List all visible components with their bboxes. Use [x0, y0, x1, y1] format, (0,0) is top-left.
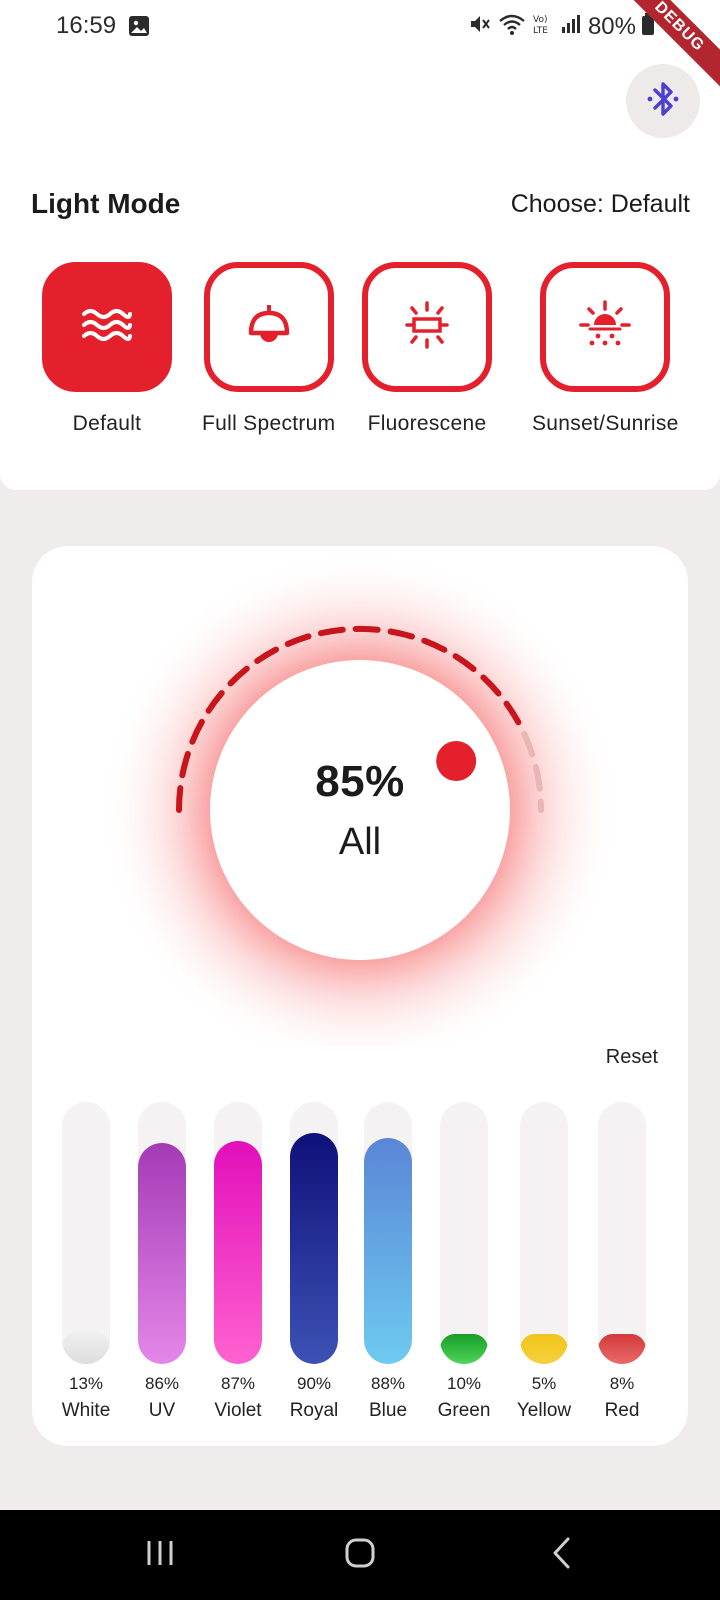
- volte-icon: Vo) LTE: [532, 12, 554, 41]
- channel-level-fill: [520, 1334, 568, 1364]
- mode-label: Full Spectrum: [202, 412, 336, 435]
- channel-slider[interactable]: [214, 1102, 262, 1364]
- brightness-card: 85% All Reset 13% White 86% UV 87% Violet 90% R…: [32, 546, 688, 1446]
- channel-percent: 10%: [446, 1374, 482, 1393]
- channel-red: 8% Red: [582, 1102, 662, 1422]
- channel-name: Green: [437, 1400, 491, 1421]
- wifi-icon: [498, 12, 526, 41]
- dial-value: 85%: [315, 756, 405, 806]
- channel-name: Royal: [289, 1400, 339, 1421]
- channel-level-fill: [62, 1331, 110, 1364]
- waves-icon: [81, 308, 133, 347]
- mode-label: Sunset/Sunrise: [532, 412, 679, 435]
- mode-full-spectrum[interactable]: Full Spectrum: [202, 262, 335, 436]
- channel-percent: 86%: [144, 1374, 180, 1393]
- mode-tile[interactable]: [203, 262, 334, 392]
- channel-level-fill: [138, 1143, 186, 1364]
- status-time: 16:59: [56, 12, 117, 39]
- mode-fluorescene[interactable]: Fluorescene: [362, 262, 492, 436]
- channel-level-fill: [214, 1141, 262, 1364]
- channel-percent: 5%: [531, 1374, 557, 1393]
- recent-apps-icon: [144, 1538, 176, 1573]
- home-button[interactable]: [300, 1510, 420, 1600]
- dial-readout: 85% All: [210, 660, 510, 960]
- channel-percent: 88%: [370, 1374, 406, 1393]
- chosen-mode-text: Choose: Default: [510, 190, 690, 218]
- tube-light-icon: [402, 300, 452, 355]
- channel-green: 10% Green: [424, 1102, 504, 1422]
- gallery-icon: [128, 15, 150, 42]
- channel-blue: 88% Blue: [348, 1102, 428, 1422]
- channel-white: 13% White: [46, 1102, 126, 1422]
- section-title: Light Mode: [31, 188, 181, 219]
- channel-name: Yellow: [516, 1400, 572, 1421]
- mode-label: Fluorescene: [367, 412, 487, 435]
- channel-slider[interactable]: [440, 1102, 488, 1364]
- bluetooth-icon: [646, 79, 680, 124]
- battery-percent: 80%: [587, 12, 636, 40]
- channel-percent: 8%: [609, 1374, 635, 1393]
- mode-list: Default Full Spectrum Fluorescene Sunset…: [0, 262, 720, 452]
- mode-tile[interactable]: [42, 262, 172, 392]
- status-bar: 16:59 Vo) LTE 80%: [0, 0, 720, 52]
- channel-level-fill: [440, 1334, 488, 1364]
- channel-percent: 90%: [296, 1374, 332, 1393]
- pendant-lamp-icon: [245, 303, 293, 352]
- home-icon: [344, 1537, 376, 1574]
- sunrise-icon: [578, 299, 632, 355]
- mode-tile[interactable]: [540, 262, 671, 392]
- channel-name: Red: [604, 1400, 640, 1421]
- bluetooth-button[interactable]: [626, 64, 700, 138]
- channel-name: White: [61, 1400, 111, 1421]
- mode-default[interactable]: Default: [42, 262, 172, 436]
- channel-slider[interactable]: [138, 1102, 186, 1364]
- channel-level-fill: [364, 1138, 412, 1364]
- channel-violet: 87% Violet: [198, 1102, 278, 1422]
- channel-sliders: 13% White 86% UV 87% Violet 90% Royal 88% Blue 10%…: [32, 1102, 688, 1432]
- channel-slider[interactable]: [290, 1102, 338, 1364]
- mute-icon: [468, 12, 492, 41]
- back-icon: [550, 1536, 574, 1575]
- mode-tile[interactable]: [362, 262, 492, 392]
- channel-slider[interactable]: [520, 1102, 568, 1364]
- navigation-bar: [0, 1510, 720, 1600]
- dial-label: All: [338, 820, 382, 863]
- channel-slider[interactable]: [62, 1102, 110, 1364]
- svg-text:Vo): Vo): [533, 15, 547, 25]
- channel-royal: 90% Royal: [274, 1102, 354, 1422]
- channel-level-fill: [598, 1334, 646, 1364]
- channel-percent: 87%: [220, 1374, 256, 1393]
- channel-uv: 86% UV: [122, 1102, 202, 1422]
- channel-name: UV: [148, 1400, 176, 1421]
- signal-icon: [560, 13, 582, 40]
- reset-button[interactable]: Reset: [606, 1046, 658, 1069]
- mode-sunset-sunrise[interactable]: Sunset/Sunrise: [532, 262, 679, 436]
- channel-name: Violet: [214, 1400, 262, 1421]
- channel-slider[interactable]: [598, 1102, 646, 1364]
- back-button[interactable]: [502, 1510, 622, 1600]
- recent-apps-button[interactable]: [100, 1510, 220, 1600]
- channel-yellow: 5% Yellow: [504, 1102, 584, 1422]
- channel-level-fill: [290, 1133, 338, 1364]
- svg-text:LTE: LTE: [533, 26, 548, 36]
- channel-slider[interactable]: [364, 1102, 412, 1364]
- mode-label: Default: [72, 412, 142, 435]
- channel-name: Blue: [368, 1400, 408, 1421]
- channel-percent: 13%: [68, 1374, 104, 1393]
- status-icons: Vo) LTE 80%: [468, 12, 654, 41]
